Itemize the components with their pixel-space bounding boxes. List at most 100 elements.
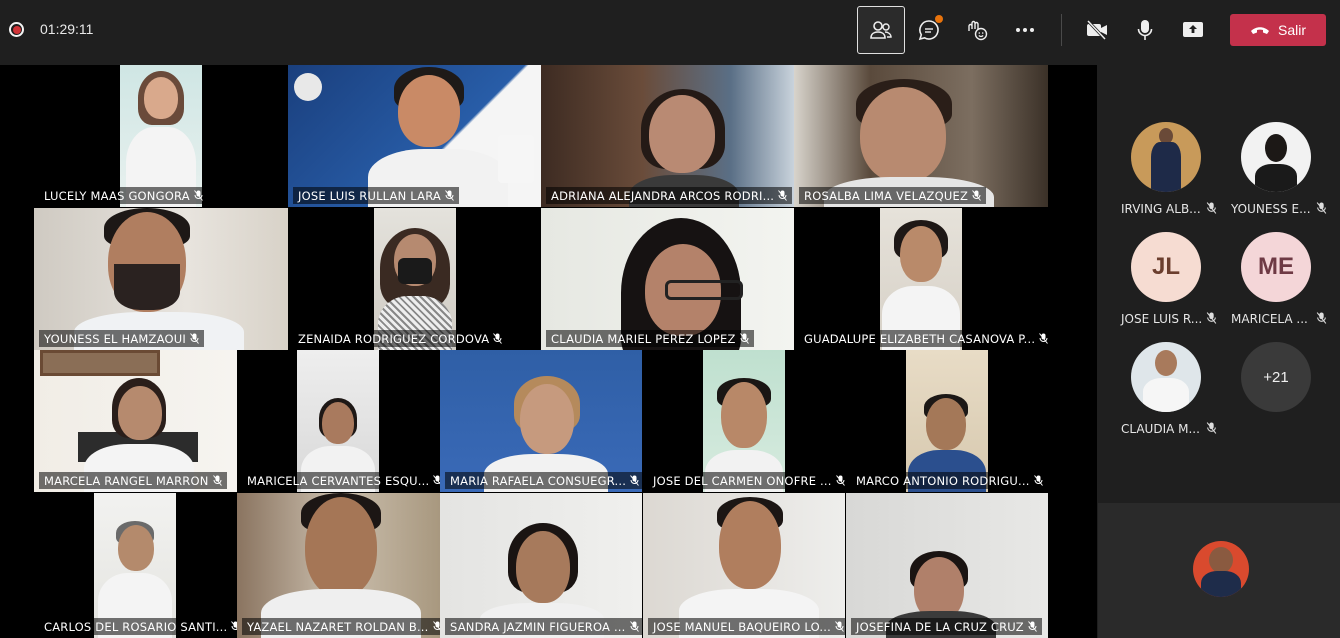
mic-off-icon <box>1039 333 1048 344</box>
avatar: ME <box>1241 232 1311 302</box>
participant-name-label: ZENAIDA RODRIGUEZ CORDOVA <box>293 330 508 347</box>
video-tile[interactable]: YAZAEL NAZARET ROLDAN B... <box>237 493 440 638</box>
mic-off-icon <box>193 190 203 201</box>
mic-off-icon <box>739 333 749 344</box>
participant-name: JOSE DEL CARMEN ONOFRE ... <box>653 473 832 488</box>
participant-video <box>846 493 1048 638</box>
chat-button[interactable] <box>905 6 953 54</box>
video-tile[interactable]: ADRIANA ALEJANDRA ARCOS RODRI... <box>541 65 794 207</box>
avatar <box>1131 342 1201 412</box>
video-tile[interactable]: CLAUDIA MARIEL PEREZ LOPEZ <box>541 208 794 350</box>
participant-name: JOSE MANUEL BAQUEIRO LO... <box>653 619 831 634</box>
mic-off-icon <box>1027 621 1037 632</box>
video-tile[interactable]: ZENAIDA RODRIGUEZ CORDOVA <box>288 208 541 350</box>
avatar-initials: ME <box>1258 253 1294 280</box>
participant-video <box>34 208 288 350</box>
video-tile[interactable]: MARICELA CERVANTES ESQU... <box>237 350 440 492</box>
camera-toggle-button[interactable] <box>1073 6 1121 54</box>
participant-name-label: JOSE MANUEL BAQUEIRO LO... <box>648 618 845 635</box>
participant-name: IRVING ALB... <box>1121 202 1201 216</box>
microphone-toggle-button[interactable] <box>1121 6 1169 54</box>
participant-video <box>794 65 1048 207</box>
self-view <box>1098 503 1340 638</box>
participant-name-label: CLAUDIA MARIEL PEREZ LOPEZ <box>546 330 754 347</box>
participant-video <box>541 208 794 350</box>
mic-off-icon <box>629 621 639 632</box>
teams-meeting-window: 01:29:11 Salir LUCELY MAAS GONGORA JOSE … <box>0 0 1340 638</box>
participant-avatar-tile[interactable]: CLAUDIA M... <box>1111 342 1221 436</box>
participant-avatar-tile[interactable]: JL JOSE LUIS R... <box>1111 232 1221 326</box>
avatar <box>1131 122 1201 192</box>
mic-off-icon <box>1206 312 1217 324</box>
more-options-button[interactable] <box>1001 6 1049 54</box>
mic-off-icon <box>972 190 981 201</box>
video-tile[interactable]: JOSE LUIS RULLAN LARA <box>288 65 541 207</box>
participant-name-label: JOSEFINA DE LA CRUZ CRUZ <box>851 618 1042 635</box>
participant-video <box>237 493 440 638</box>
participant-video <box>703 350 785 492</box>
participant-video <box>440 350 642 492</box>
mic-off-icon <box>432 621 440 632</box>
mic-off-icon <box>778 190 788 201</box>
participant-avatar-tile[interactable]: ME MARICELA ... <box>1221 232 1331 326</box>
video-tile[interactable]: MARCO ANTONIO RODRIGU... <box>846 350 1048 492</box>
more-participants-button[interactable]: +21 <box>1221 342 1331 412</box>
participant-video <box>906 350 988 492</box>
participants-button[interactable] <box>857 6 905 54</box>
participant-name: ROSALBA LIMA VELAZQUEZ <box>804 188 969 203</box>
participant-name: ZENAIDA RODRIGUEZ CORDOVA <box>298 331 490 346</box>
participant-name: CLAUDIA MARIEL PEREZ LOPEZ <box>551 331 736 346</box>
mic-off-icon <box>1033 475 1043 486</box>
participant-name-label: ROSALBA LIMA VELAZQUEZ <box>799 187 987 204</box>
video-tile[interactable]: CARLOS DEL ROSARIO SANTI... <box>34 493 237 638</box>
participant-name: CLAUDIA M... <box>1121 422 1200 436</box>
video-tile[interactable]: SANDRA JAZMIN FIGUEROA ... <box>440 493 642 638</box>
participant-avatar-tile[interactable]: IRVING ALB... <box>1111 122 1221 216</box>
hang-up-icon <box>1250 27 1269 34</box>
toolbar-divider <box>1061 14 1062 46</box>
video-tile[interactable]: JOSEFINA DE LA CRUZ CRUZ <box>846 493 1048 638</box>
participant-name-label: ADRIANA ALEJANDRA ARCOS RODRI... <box>546 187 793 204</box>
reactions-button[interactable] <box>953 6 1001 54</box>
mic-off-icon <box>835 621 844 632</box>
participant-video <box>440 493 642 638</box>
participant-avatar-tile[interactable]: YOUNESS E... <box>1221 122 1331 216</box>
mic-off-icon <box>433 475 440 484</box>
mic-icon <box>1137 20 1153 40</box>
participant-name-label: LUCELY MAAS GONGORA <box>39 187 208 204</box>
overflow-count: +21 <box>1241 342 1311 412</box>
video-tile[interactable]: MARIA RAFAELA CONSUEGR... <box>440 350 642 492</box>
video-tile[interactable]: YOUNESS EL HAMZAOUI <box>34 208 288 350</box>
participant-name: ADRIANA ALEJANDRA ARCOS RODRI... <box>551 188 775 203</box>
participant-name: JOSE LUIS R... <box>1121 312 1203 326</box>
leave-button[interactable]: Salir <box>1230 14 1326 46</box>
participant-video <box>297 350 379 492</box>
participant-video <box>541 65 794 207</box>
participant-name-label: MARIA RAFAELA CONSUEGR... <box>445 472 642 489</box>
participant-name-label: JOSE DEL CARMEN ONOFRE ... <box>648 472 845 489</box>
mic-off-icon <box>1316 202 1327 214</box>
participant-name: YOUNESS E... <box>1231 202 1311 216</box>
participant-video <box>94 493 176 638</box>
participant-name-label: CARLOS DEL ROSARIO SANTI... <box>39 618 237 635</box>
chat-unread-badge <box>935 15 943 23</box>
video-tile[interactable]: GUADALUPE ELIZABETH CASANOVA P... <box>794 208 1048 350</box>
mic-off-icon <box>1206 422 1217 434</box>
share-screen-button[interactable] <box>1169 6 1217 54</box>
share-icon <box>1183 22 1203 37</box>
participant-name-label: MARICELA CERVANTES ESQU... <box>242 472 440 489</box>
video-tile[interactable]: ROSALBA LIMA VELAZQUEZ <box>794 65 1048 207</box>
video-tile[interactable]: JOSE MANUEL BAQUEIRO LO... <box>643 493 845 638</box>
participant-name-label: GUADALUPE ELIZABETH CASANOVA P... <box>799 330 1048 347</box>
mic-off-icon <box>835 475 845 486</box>
video-tile[interactable]: MARCELA RANGEL MARRON <box>34 350 237 492</box>
meeting-toolbar: 01:29:11 Salir <box>0 0 1340 60</box>
more-icon <box>1016 28 1034 32</box>
self-avatar <box>1193 541 1249 597</box>
video-tile[interactable]: JOSE DEL CARMEN ONOFRE ... <box>643 350 845 492</box>
participant-video <box>374 208 456 350</box>
participant-name: LUCELY MAAS GONGORA <box>44 188 190 203</box>
video-tile[interactable]: LUCELY MAAS GONGORA <box>34 65 288 207</box>
avatar-initials: JL <box>1151 253 1180 280</box>
recording-indicator-icon <box>9 22 24 37</box>
